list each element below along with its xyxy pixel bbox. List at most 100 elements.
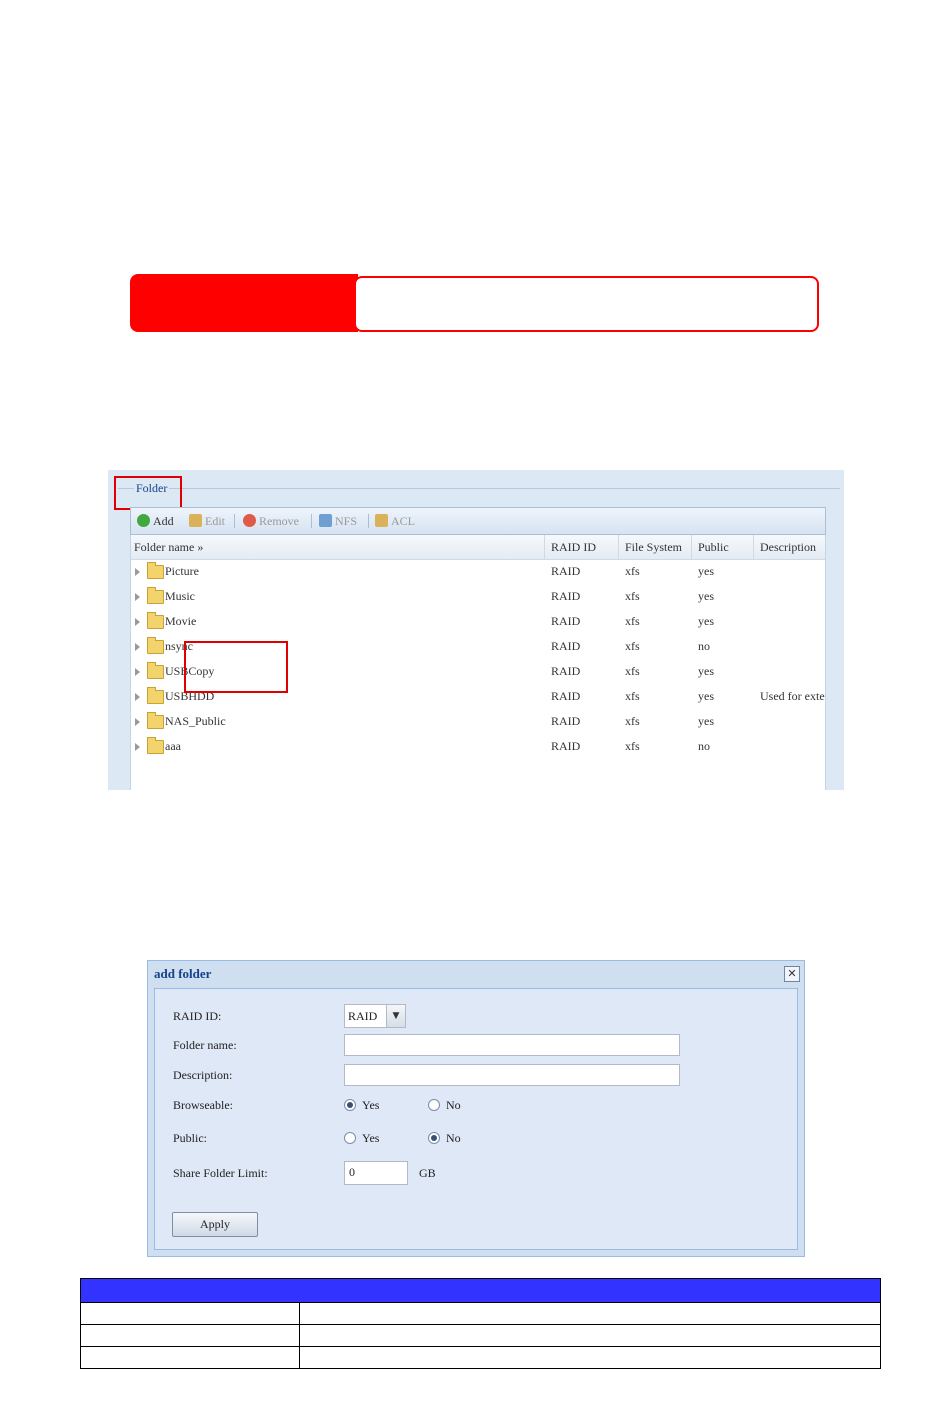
folder-name-cell: Movie bbox=[165, 614, 197, 628]
folder-icon bbox=[147, 737, 164, 754]
table-header bbox=[80, 1278, 881, 1303]
chevron-down-icon[interactable]: ▼ bbox=[386, 1005, 405, 1027]
fs-cell: xfs bbox=[625, 739, 640, 753]
description-input[interactable] bbox=[344, 1064, 680, 1086]
column-description[interactable]: Description bbox=[760, 540, 816, 555]
nfs-icon bbox=[319, 514, 332, 527]
edit-button[interactable]: Edit bbox=[189, 513, 225, 529]
public-no-label[interactable]: No bbox=[446, 1131, 461, 1146]
field-description-table bbox=[80, 1278, 881, 1369]
close-icon[interactable]: ✕ bbox=[784, 966, 800, 982]
public-cell: no bbox=[698, 639, 710, 653]
public-cell: yes bbox=[698, 589, 714, 603]
expand-arrow-icon[interactable] bbox=[135, 568, 140, 576]
raid-cell: RAID bbox=[551, 639, 581, 653]
table-row bbox=[80, 1324, 881, 1347]
expand-arrow-icon[interactable] bbox=[135, 693, 140, 701]
public-cell: yes bbox=[698, 664, 714, 678]
table-row[interactable]: NAS_Public RAID xfs yes bbox=[131, 710, 825, 735]
column-separator bbox=[618, 535, 619, 559]
grid-header: Folder name » RAID ID File System Public… bbox=[131, 535, 825, 560]
public-no-radio[interactable] bbox=[428, 1132, 440, 1144]
public-cell: yes bbox=[698, 564, 714, 578]
column-raid-id[interactable]: RAID ID bbox=[551, 540, 596, 555]
raid-cell: RAID bbox=[551, 664, 581, 678]
table-cell bbox=[80, 1346, 300, 1369]
folder-icon bbox=[147, 637, 164, 654]
folder-name-cell: Picture bbox=[165, 564, 199, 578]
public-cell: yes bbox=[698, 689, 714, 703]
folder-panel-screenshot: Folder Add Edit Remove NFS ACL Folder na… bbox=[108, 470, 844, 790]
table-row[interactable]: aaa RAID xfs no bbox=[131, 735, 825, 760]
column-separator bbox=[753, 535, 754, 559]
table-cell bbox=[299, 1302, 881, 1325]
table-row[interactable]: Music RAID xfs yes bbox=[131, 585, 825, 610]
browseable-yes-label[interactable]: Yes bbox=[362, 1098, 379, 1113]
remove-button[interactable]: Remove bbox=[243, 513, 299, 529]
share-folder-limit-label: Share Folder Limit: bbox=[173, 1166, 268, 1180]
raid-cell: RAID bbox=[551, 739, 581, 753]
folder-name-cell: NAS_Public bbox=[165, 714, 226, 728]
add-folder-dialog: add folder ✕ RAID ID: RAID ▼ Folder name… bbox=[147, 960, 805, 1257]
raid-cell: RAID bbox=[551, 564, 581, 578]
apply-button[interactable]: Apply bbox=[172, 1212, 258, 1237]
edit-icon bbox=[189, 514, 202, 527]
public-yes-label[interactable]: Yes bbox=[362, 1131, 379, 1146]
limit-unit: GB bbox=[419, 1166, 436, 1180]
column-public[interactable]: Public bbox=[698, 540, 729, 555]
table-header-row bbox=[80, 1278, 881, 1303]
public-cell: no bbox=[698, 739, 710, 753]
share-folder-limit-input[interactable]: 0 bbox=[344, 1161, 408, 1185]
folder-icon bbox=[147, 662, 164, 679]
table-row[interactable]: Movie RAID xfs yes bbox=[131, 610, 825, 635]
expand-arrow-icon[interactable] bbox=[135, 643, 140, 651]
column-file-system[interactable]: File System bbox=[625, 540, 682, 555]
fieldset-border bbox=[118, 488, 840, 489]
column-folder-name[interactable]: Folder name » bbox=[134, 540, 203, 555]
raid-cell: RAID bbox=[551, 614, 581, 628]
fs-cell: xfs bbox=[625, 639, 640, 653]
folder-name-cell: aaa bbox=[165, 739, 181, 753]
nfs-label: NFS bbox=[335, 514, 358, 528]
raid-cell: RAID bbox=[551, 689, 581, 703]
expand-arrow-icon[interactable] bbox=[135, 593, 140, 601]
raid-id-value: RAID bbox=[348, 1009, 378, 1023]
fs-cell: xfs bbox=[625, 714, 640, 728]
expand-arrow-icon[interactable] bbox=[135, 618, 140, 626]
public-label: Public: bbox=[173, 1131, 208, 1145]
table-row bbox=[80, 1346, 881, 1369]
browseable-no-radio[interactable] bbox=[428, 1099, 440, 1111]
description-label: Description: bbox=[173, 1068, 233, 1082]
public-yes-radio[interactable] bbox=[344, 1132, 356, 1144]
table-cell bbox=[299, 1324, 881, 1347]
expand-arrow-icon[interactable] bbox=[135, 718, 140, 726]
nfs-button[interactable]: NFS bbox=[319, 513, 357, 529]
toolbar-separator bbox=[368, 514, 369, 528]
add-button[interactable]: Add bbox=[137, 513, 174, 529]
expand-arrow-icon[interactable] bbox=[135, 668, 140, 676]
public-cell: yes bbox=[698, 714, 714, 728]
column-separator bbox=[544, 535, 545, 559]
header-banner-right bbox=[354, 276, 819, 332]
row-highlight-box bbox=[184, 641, 288, 693]
folder-icon bbox=[147, 612, 164, 629]
browseable-label: Browseable: bbox=[173, 1098, 233, 1112]
table-row bbox=[80, 1302, 881, 1325]
folder-icon bbox=[147, 562, 164, 579]
folder-name-input[interactable] bbox=[344, 1034, 680, 1056]
folder-icon bbox=[147, 687, 164, 704]
folder-toolbar: Add Edit Remove NFS ACL bbox=[130, 507, 826, 535]
remove-icon bbox=[243, 514, 256, 527]
acl-button[interactable]: ACL bbox=[375, 513, 415, 529]
raid-id-select[interactable]: RAID ▼ bbox=[344, 1004, 406, 1028]
table-row[interactable]: Picture RAID xfs yes bbox=[131, 560, 825, 585]
raid-id-label: RAID ID: bbox=[173, 1009, 222, 1023]
folder-icon bbox=[147, 712, 164, 729]
fs-cell: xfs bbox=[625, 589, 640, 603]
browseable-no-label[interactable]: No bbox=[446, 1098, 461, 1113]
folder-name-cell: Music bbox=[165, 589, 195, 603]
browseable-yes-radio[interactable] bbox=[344, 1099, 356, 1111]
column-separator bbox=[691, 535, 692, 559]
expand-arrow-icon[interactable] bbox=[135, 743, 140, 751]
acl-icon bbox=[375, 514, 388, 527]
